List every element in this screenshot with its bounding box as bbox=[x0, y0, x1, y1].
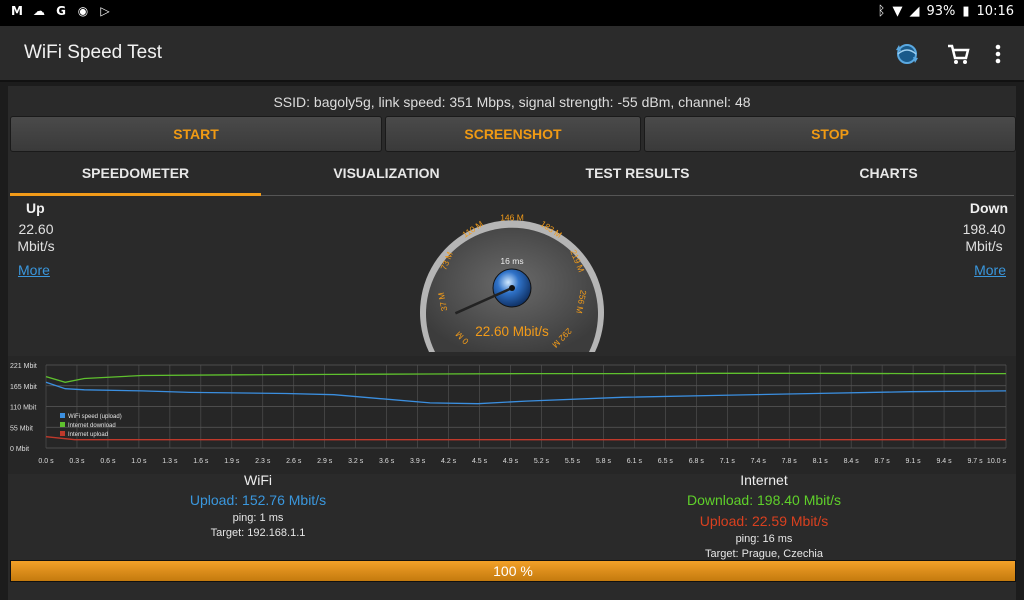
chart-x-tick: 5.8 s bbox=[596, 458, 612, 465]
speed-chart: 221 Mbit 165 Mbit 110 Mbit 55 Mbit 0 Mbit 0.… bbox=[8, 356, 1016, 474]
up-label: Up bbox=[26, 200, 45, 216]
progress-label: 100 % bbox=[493, 563, 533, 579]
clock: 10:16 bbox=[976, 4, 1014, 19]
chart-x-tick: 8.1 s bbox=[813, 458, 829, 465]
chart-legend-label: WiFi speed (upload) bbox=[68, 414, 122, 420]
chart-x-tick: 7.4 s bbox=[751, 458, 767, 465]
needle-hub bbox=[509, 285, 515, 291]
chart-legend-swatch bbox=[60, 413, 65, 418]
gauge-tick-label: 146 M bbox=[500, 212, 524, 222]
chart-x-tick: 9.4 s bbox=[936, 458, 952, 465]
down-more-link[interactable]: More bbox=[974, 262, 1006, 278]
chart-x-tick: 4.2 s bbox=[441, 458, 457, 465]
stop-button[interactable]: STOP bbox=[644, 116, 1016, 152]
ssid-info: SSID: bagoly5g, link speed: 351 Mbps, si… bbox=[273, 94, 751, 110]
app-bar: WiFi Speed Test bbox=[0, 26, 1024, 82]
chart-legend-swatch bbox=[60, 431, 65, 436]
speedometer-gauge: 0 M37 M73 M110 M146 M183 M219 M256 M292 … bbox=[420, 212, 604, 352]
chart-x-tick: 9.7 s bbox=[967, 458, 983, 465]
chart-x-tick: 6.5 s bbox=[658, 458, 674, 465]
active-tab-indicator bbox=[10, 193, 261, 196]
chart-x-tick: 2.3 s bbox=[255, 458, 271, 465]
internet-download: Download: 198.40 Mbit/s bbox=[686, 492, 842, 508]
chart-legend-label: Internet download bbox=[68, 423, 116, 429]
tab-test-results[interactable]: TEST RESULTS bbox=[512, 158, 763, 196]
up-value: 22.60 bbox=[18, 221, 54, 237]
wifi-upload: Upload: 152.76 Mbit/s bbox=[189, 492, 327, 508]
wifi-icon: ▼ bbox=[892, 4, 903, 19]
chart-x-tick: 4.5 s bbox=[472, 458, 488, 465]
chart-x-tick: 5.2 s bbox=[534, 458, 550, 465]
chart-x-tick: 6.1 s bbox=[627, 458, 643, 465]
screenshot-button[interactable]: SCREENSHOT bbox=[385, 116, 641, 152]
up-more-link[interactable]: More bbox=[18, 262, 50, 278]
up-unit: Mbit/s bbox=[17, 238, 55, 254]
chart-x-tick: 3.2 s bbox=[348, 458, 364, 465]
chart-legend-label: Internet upload bbox=[68, 432, 108, 438]
chart-x-tick: 7.1 s bbox=[720, 458, 736, 465]
wifi-ping: ping: 1 ms bbox=[232, 512, 284, 524]
chart-y-tick: 110 Mbit bbox=[10, 405, 36, 412]
tab-charts[interactable]: CHARTS bbox=[763, 158, 1014, 196]
chart-x-tick: 0.0 s bbox=[38, 458, 54, 465]
app-title: WiFi Speed Test bbox=[24, 42, 162, 63]
chart-x-tick: 2.9 s bbox=[317, 458, 333, 465]
overflow-menu-icon[interactable] bbox=[984, 40, 1012, 68]
chart-y-tick: 221 Mbit bbox=[10, 363, 37, 370]
internet-upload: Upload: 22.59 Mbit/s bbox=[699, 513, 829, 529]
chart-x-tick: 9.1 s bbox=[906, 458, 922, 465]
tab-visualization[interactable]: VISUALIZATION bbox=[261, 158, 512, 196]
cloud-icon: ☁ bbox=[33, 4, 45, 18]
progress-bar: 100 % bbox=[10, 560, 1016, 582]
cell-signal-icon: ◢ bbox=[909, 4, 920, 19]
main-panel: SSID: bagoly5g, link speed: 351 Mbps, si… bbox=[8, 86, 1016, 600]
chart-x-tick: 1.3 s bbox=[162, 458, 178, 465]
battery-percent: 93% bbox=[926, 4, 956, 19]
start-button[interactable]: START bbox=[10, 116, 382, 152]
tab-speedometer[interactable]: SPEEDOMETER bbox=[10, 158, 261, 196]
down-value: 198.40 bbox=[962, 221, 1006, 237]
chart-legend-swatch bbox=[60, 422, 65, 427]
chart-x-tick: 7.8 s bbox=[782, 458, 798, 465]
chart-x-tick: 6.8 s bbox=[689, 458, 705, 465]
chart-x-tick: 5.5 s bbox=[565, 458, 581, 465]
chart-x-tick: 1.6 s bbox=[193, 458, 209, 465]
down-label: Down bbox=[969, 200, 1008, 216]
play-store-icon: ▷ bbox=[100, 4, 110, 18]
chart-y-tick: 0 Mbit bbox=[10, 446, 29, 453]
chart-x-tick: 2.6 s bbox=[286, 458, 302, 465]
down-unit: Mbit/s bbox=[965, 238, 1003, 254]
chart-x-tick: 0.3 s bbox=[69, 458, 85, 465]
chart-y-tick: 55 Mbit bbox=[10, 425, 33, 432]
chart-x-tick: 0.6 s bbox=[100, 458, 116, 465]
chart-x-tick: 3.9 s bbox=[410, 458, 426, 465]
gmail-icon: M bbox=[11, 4, 23, 18]
chart-y-tick: 165 Mbit bbox=[10, 384, 37, 391]
chart-x-tick: 8.4 s bbox=[844, 458, 860, 465]
chart-x-tick: 8.7 s bbox=[875, 458, 891, 465]
battery-icon: ▮ bbox=[962, 4, 970, 19]
chart-x-tick: 1.9 s bbox=[224, 458, 240, 465]
bluetooth-icon: ᛒ bbox=[877, 4, 886, 19]
chart-x-tick: 3.6 s bbox=[379, 458, 395, 465]
globe-refresh-icon[interactable] bbox=[893, 40, 921, 68]
chart-x-tick: 10.0 s bbox=[987, 458, 1007, 465]
chart-x-tick: 4.9 s bbox=[503, 458, 519, 465]
google-icon: G bbox=[56, 4, 66, 18]
wifi-target: Target: 192.168.1.1 bbox=[210, 527, 306, 539]
internet-stats-title: Internet bbox=[740, 472, 788, 488]
internet-target: Target: Prague, Czechia bbox=[704, 548, 823, 560]
internet-ping: ping: 16 ms bbox=[735, 533, 793, 545]
status-bar: M ☁ G ◉ ▷ ᛒ ▼ ◢ 93% ▮ 10:16 bbox=[0, 0, 1024, 26]
circle-icon: ◉ bbox=[77, 4, 89, 18]
gauge-ping: 16 ms bbox=[500, 256, 523, 266]
cart-icon[interactable] bbox=[944, 40, 972, 68]
wifi-stats-title: WiFi bbox=[244, 472, 272, 488]
chart-x-tick: 1.0 s bbox=[131, 458, 147, 465]
gauge-reading: 22.60 Mbit/s bbox=[475, 324, 549, 339]
